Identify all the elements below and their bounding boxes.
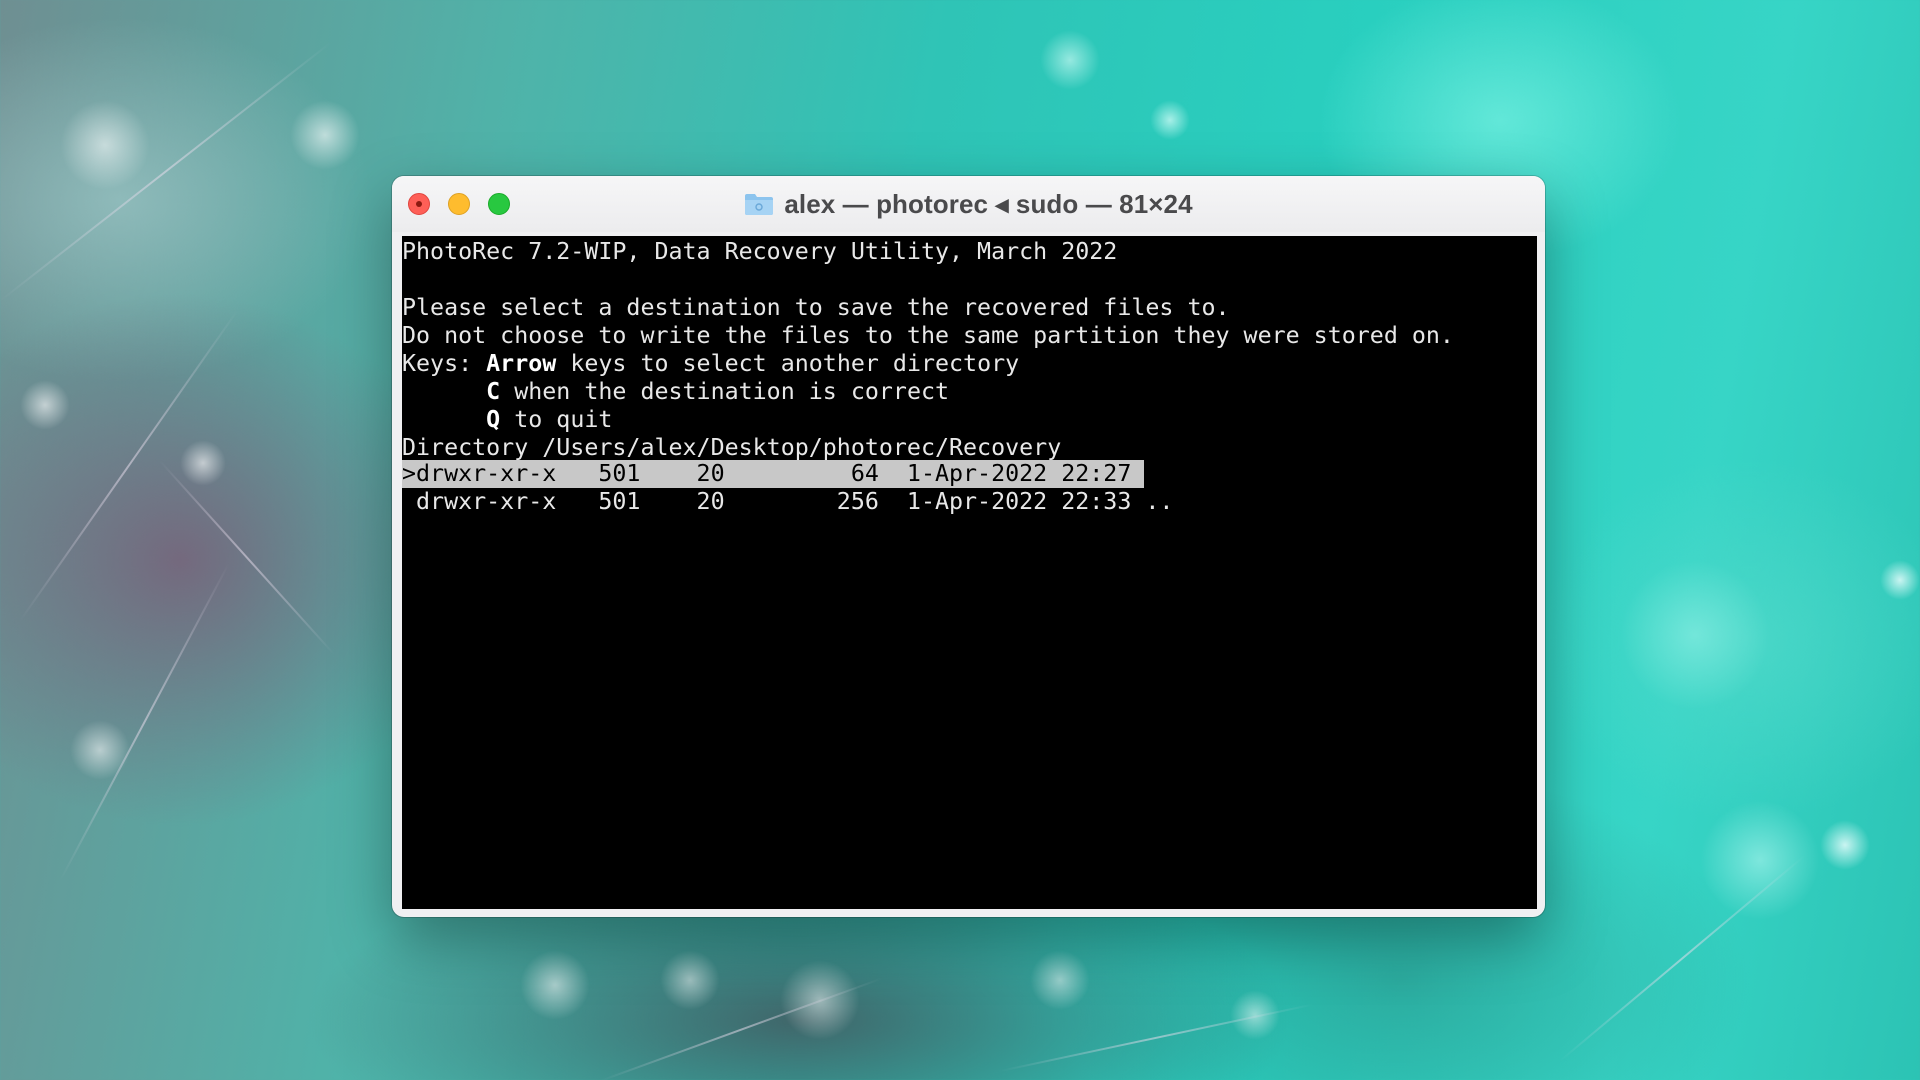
window-title: alex — photorec ◂ sudo — 81×24 (784, 188, 1193, 219)
bokeh-light (180, 440, 226, 486)
keys-line-arrow: Keys: Arrow keys to select another direc… (402, 350, 1019, 378)
directory-entry-current[interactable]: >drwxr-xr-x 501 20 64 1-Apr-2022 22:27 . (402, 460, 1159, 488)
bokeh-light (70, 720, 130, 780)
bokeh-light (1700, 800, 1820, 920)
bokeh-light (290, 100, 360, 170)
keys-line-q: Q to quit (402, 406, 612, 434)
key-c: C (486, 378, 501, 405)
key-q-desc: to quit (500, 406, 613, 433)
plant-strand (999, 1003, 1314, 1072)
instruction-line-1: Please select a destination to save the … (402, 294, 1230, 321)
photorec-header: PhotoRec 7.2-WIP, Data Recovery Utility,… (402, 238, 1118, 265)
bokeh-light (1820, 820, 1870, 870)
keys-label: Keys: (402, 350, 487, 377)
key-c-desc: when the destination is correct (500, 378, 950, 405)
folder-icon (744, 192, 774, 216)
bokeh-light (1620, 560, 1770, 710)
bokeh-light (1880, 560, 1920, 600)
terminal-window: alex — photorec ◂ sudo — 81×24 PhotoRec … (392, 176, 1545, 917)
plant-strand (0, 41, 332, 302)
bokeh-light (780, 960, 860, 1040)
bokeh-light (1230, 990, 1280, 1040)
keys-line-c: C when the destination is correct (402, 378, 949, 406)
key-arrow-desc: keys to select another directory (556, 350, 1020, 377)
plant-strand (59, 562, 230, 882)
directory-path: Directory /Users/alex/Desktop/photorec/R… (402, 434, 1062, 461)
bokeh-light (1030, 950, 1090, 1010)
bokeh-light (520, 950, 590, 1020)
instruction-line-2: Do not choose to write the files to the … (402, 322, 1454, 349)
plant-strand (159, 460, 335, 655)
key-arrow: Arrow (486, 350, 557, 377)
bokeh-light (660, 950, 720, 1010)
plant-strand (19, 309, 239, 622)
key-q: Q (486, 406, 501, 433)
title-bar[interactable]: alex — photorec ◂ sudo — 81×24 (392, 176, 1545, 232)
bokeh-light (60, 100, 150, 190)
title-container: alex — photorec ◂ sudo — 81×24 (392, 176, 1545, 232)
terminal-screen[interactable]: PhotoRec 7.2-WIP, Data Recovery Utility,… (402, 236, 1537, 909)
directory-entry-parent[interactable]: drwxr-xr-x 501 20 256 1-Apr-2022 22:33 .… (402, 488, 1173, 516)
plant-strand (599, 977, 883, 1080)
bokeh-light (1040, 30, 1100, 90)
bokeh-light (1150, 100, 1190, 140)
bokeh-light (20, 380, 70, 430)
plant-strand (1559, 854, 1806, 1062)
